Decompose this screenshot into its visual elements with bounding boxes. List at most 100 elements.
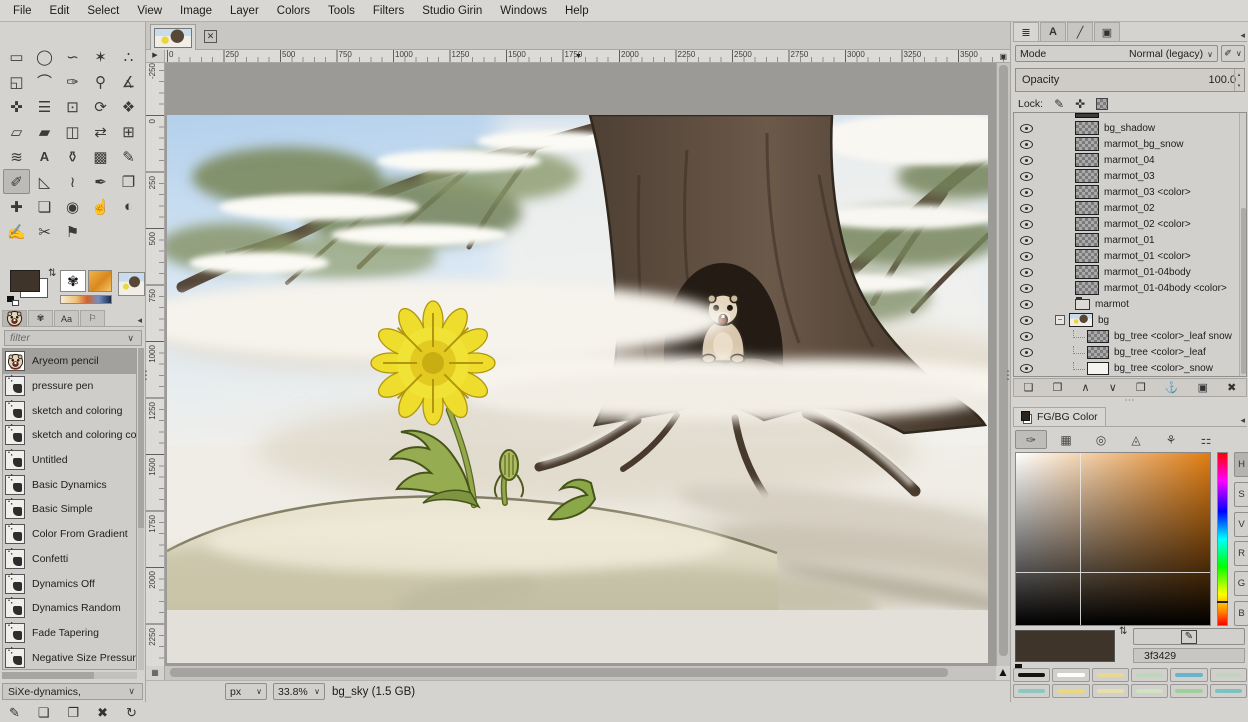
new-layer-button[interactable]: ❏ bbox=[1024, 381, 1034, 394]
menu-view[interactable]: View bbox=[128, 5, 171, 17]
visibility-eye-icon[interactable] bbox=[1020, 332, 1033, 341]
tab-wheel-selector[interactable]: ◬ bbox=[1120, 430, 1152, 449]
active-image-thumbnail[interactable] bbox=[118, 272, 145, 296]
menu-tools[interactable]: Tools bbox=[319, 5, 364, 17]
layers-vscrollbar[interactable] bbox=[1239, 113, 1246, 376]
layer-row[interactable]: marmot_01-04body bbox=[1014, 264, 1246, 280]
align-tool[interactable]: ☰ bbox=[31, 94, 58, 119]
tab-palettes[interactable]: ⚐ bbox=[80, 310, 105, 326]
chevron-down-icon[interactable]: ∨ bbox=[128, 686, 137, 697]
edit-dynamics-button[interactable]: ✎ bbox=[9, 705, 20, 721]
layer-row[interactable]: marmot_04 bbox=[1014, 152, 1246, 168]
dynamics-item[interactable]: ⠪Dynamics Off bbox=[3, 571, 136, 596]
rectangle-select-tool[interactable]: ▭ bbox=[3, 44, 30, 69]
text-tool[interactable]: A bbox=[31, 144, 58, 169]
visibility-eye-icon[interactable] bbox=[1020, 236, 1033, 245]
close-image-icon[interactable]: ✕ bbox=[204, 30, 217, 43]
select-by-color-tool[interactable]: ∴ bbox=[115, 44, 142, 69]
flip-tool[interactable]: ⇄ bbox=[87, 119, 114, 144]
layer-row[interactable]: bg_tree <color>_leaf bbox=[1014, 344, 1246, 360]
zoom-select[interactable]: 33.8% ∨ bbox=[273, 683, 325, 700]
free-select-tool[interactable]: ∽ bbox=[59, 44, 86, 69]
visibility-eye-icon[interactable] bbox=[1020, 124, 1033, 133]
tab-gimp-selector[interactable]: ✑ bbox=[1015, 430, 1047, 449]
dynamics-item[interactable]: ⠪Color From Gradient bbox=[3, 522, 136, 547]
unified-transform-tool[interactable]: ❖ bbox=[115, 94, 142, 119]
warp-transform-tool[interactable]: ≋ bbox=[3, 144, 30, 169]
dynamics-hscrollbar[interactable] bbox=[2, 672, 137, 679]
rotate-tool[interactable]: ⟳ bbox=[87, 94, 114, 119]
canvas-viewport[interactable] bbox=[165, 63, 996, 666]
visibility-eye-icon[interactable] bbox=[1020, 188, 1033, 197]
dodge-burn-tool[interactable]: ◐ bbox=[115, 194, 142, 219]
perspective-clone-tool[interactable]: ❏ bbox=[31, 194, 58, 219]
channel-button-v[interactable]: V bbox=[1234, 512, 1248, 537]
filter-input[interactable]: filter ∨ bbox=[4, 330, 142, 346]
paths-tool[interactable]: ⌒ bbox=[31, 69, 58, 94]
visibility-eye-icon[interactable] bbox=[1020, 252, 1033, 261]
tab-scales-selector[interactable]: ⚏ bbox=[1190, 430, 1222, 449]
zoom-tool[interactable]: ⚲ bbox=[87, 69, 114, 94]
current-color-swatch[interactable] bbox=[1015, 630, 1115, 662]
menu-image[interactable]: Image bbox=[171, 5, 221, 17]
visibility-eye-icon[interactable] bbox=[1020, 156, 1033, 165]
dynamics-item[interactable]: ⠪sketch and coloring copy bbox=[3, 423, 136, 448]
layer-row[interactable]: marmot_03 bbox=[1014, 168, 1246, 184]
tab-layers[interactable]: ≣ bbox=[1013, 22, 1039, 41]
layer-row[interactable]: marmot_02 bbox=[1014, 200, 1246, 216]
channel-button-r[interactable]: R bbox=[1234, 541, 1248, 566]
measure-tool[interactable]: ∡ bbox=[115, 69, 142, 94]
foreground-color-swatch[interactable] bbox=[10, 270, 40, 292]
collapse-icon[interactable]: ◂ bbox=[1240, 30, 1247, 41]
visibility-eye-icon[interactable] bbox=[1020, 172, 1033, 181]
color-history-swatch[interactable] bbox=[1210, 684, 1247, 698]
color-history-swatch[interactable] bbox=[1013, 668, 1050, 682]
dynamics-item[interactable]: ⠪Fade Tapering bbox=[3, 621, 136, 646]
ellipse-select-tool[interactable]: ◯ bbox=[31, 44, 58, 69]
dynamics-item[interactable]: ⠪Dynamics Random bbox=[3, 596, 136, 621]
menu-studio-girin[interactable]: Studio Girin bbox=[413, 5, 491, 17]
chevron-down-icon[interactable]: ∨ bbox=[127, 333, 136, 344]
menu-layer[interactable]: Layer bbox=[221, 5, 268, 17]
dynamics-item[interactable]: ⠪sketch and coloring bbox=[3, 398, 136, 423]
dynamics-item[interactable]: ⠪pressure pen bbox=[3, 374, 136, 399]
dynamics-vscrollbar[interactable] bbox=[138, 348, 144, 670]
unit-select[interactable]: px ∨ bbox=[225, 683, 267, 700]
image-tab[interactable] bbox=[150, 24, 196, 50]
default-colors-icon[interactable] bbox=[7, 296, 19, 306]
tab-brushes[interactable]: ✾ bbox=[28, 310, 53, 326]
color-picker-tool[interactable]: ✑ bbox=[59, 69, 86, 94]
canvas-vscrollbar[interactable] bbox=[996, 63, 1010, 666]
dynamics-item[interactable]: ⠪Confetti bbox=[3, 547, 136, 572]
move-tool[interactable]: ✜ bbox=[3, 94, 30, 119]
layer-row[interactable]: bg_shadow bbox=[1014, 120, 1246, 136]
fuzzy-select-tool[interactable]: ✶ bbox=[87, 44, 114, 69]
color-history-swatch[interactable] bbox=[1210, 668, 1247, 682]
mode-group-button[interactable]: ✐ ∨ bbox=[1221, 45, 1245, 62]
collapse-icon[interactable]: ◂ bbox=[1240, 415, 1247, 426]
visibility-eye-icon[interactable] bbox=[1020, 204, 1033, 213]
layer-row[interactable]: bg_tree <color>_leaf snow bbox=[1014, 328, 1246, 344]
menu-edit[interactable]: Edit bbox=[41, 5, 79, 17]
delete-layer-button[interactable]: ✖ bbox=[1227, 381, 1236, 394]
color-history-swatch[interactable] bbox=[1052, 668, 1089, 682]
color-history-swatch[interactable] bbox=[1052, 684, 1089, 698]
tab-watercolor-selector[interactable]: ◎ bbox=[1085, 430, 1117, 449]
dynamics-item[interactable]: ⠪Negative Size Pressure bbox=[3, 645, 136, 670]
heal-tool[interactable]: ✚ bbox=[3, 194, 30, 219]
vertical-ruler[interactable]: -2500250500750100012501500175020002250 bbox=[146, 63, 165, 666]
delete-dynamics-button[interactable]: ✖ bbox=[97, 705, 108, 721]
mask-layer-button[interactable]: ▣ bbox=[1198, 381, 1208, 394]
refresh-dynamics-button[interactable]: ↻ bbox=[126, 705, 137, 721]
pattern-preview[interactable] bbox=[88, 270, 112, 292]
canvas-hscrollbar[interactable] bbox=[165, 666, 996, 680]
color-history-swatch[interactable] bbox=[1013, 684, 1050, 698]
gradient-tool[interactable]: ▩ bbox=[87, 144, 114, 169]
color-history-swatch[interactable] bbox=[1131, 684, 1168, 698]
duplicate-layer-button[interactable]: ❒ bbox=[1136, 381, 1146, 394]
menu-filters[interactable]: Filters bbox=[364, 5, 413, 17]
hue-slider[interactable] bbox=[1217, 452, 1228, 626]
raise-layer-button[interactable]: ∧ bbox=[1082, 381, 1090, 394]
color-history-swatch[interactable] bbox=[1092, 668, 1129, 682]
navigation-button[interactable]: ▲ bbox=[996, 664, 1010, 680]
